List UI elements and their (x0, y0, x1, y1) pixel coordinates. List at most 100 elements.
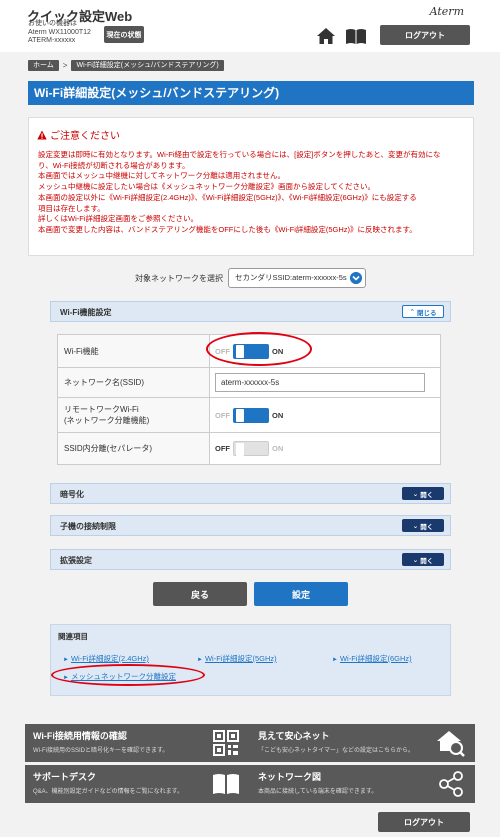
card-title: 見えて安心ネット (258, 731, 330, 741)
wifi-function-switch[interactable]: OFF ON (215, 343, 440, 359)
page-title: Wi-Fi詳細設定(メッシュ/バンドステアリング) (28, 81, 474, 105)
switch-knob (236, 408, 244, 422)
encryption-panel-title: 暗号化 (60, 490, 84, 499)
restriction-open-button[interactable]: ⌄ 開く (402, 519, 444, 532)
remote-work-label: リモートワークWi-Fi (ネットワーク分離機能) (57, 397, 210, 433)
related-link-wifi-2-4ghz[interactable]: ► Wi-Fi詳細設定(2.4GHz) (63, 653, 149, 664)
notice-line: 詳しくはWi-Fi詳細設定画面をご参照ください。 (38, 214, 198, 224)
card-desc: 「こども安心ネットタイマー」などの設定はこちらから。 (258, 748, 415, 754)
safety-net-card[interactable]: 見えて安心ネット 「こども安心ネットタイマー」などの設定はこちらから。 (250, 724, 475, 762)
ssid-cell (209, 367, 441, 398)
notice-line: り、Wi-Fi接続が切断される場合があります。 (38, 160, 190, 170)
manual-book-icon[interactable] (345, 28, 367, 45)
separator-label: SSID内分離(セパレータ) (57, 432, 210, 465)
notice-line: 本画面ではメッシュ中継機に対してネットワーク分離は適用されません。 (38, 171, 286, 181)
advanced-panel-header: 拡張設定 ⌄ 開く (50, 549, 451, 570)
status-button[interactable]: 現在の状態 (104, 26, 144, 43)
book-icon (213, 774, 239, 794)
notice-line: 項目は存在します。 (38, 203, 105, 213)
switch-on-label: ON (272, 444, 284, 453)
notice-line: 設定変更は即時に有効となります。Wi-Fi経由で設定を行っている場合には、[設定… (38, 150, 441, 159)
notice-box: ご注意ください 設定変更は即時に有効となります。Wi-Fi経由で設定を行っている… (28, 117, 474, 256)
card-title: ネットワーク図 (258, 772, 322, 782)
chevron-down-icon: ⌄ (412, 490, 419, 498)
notice-line: 本画面の設定以外に《Wi-Fi詳細設定(2.4GHz)》、《Wi-Fi詳細設定(… (38, 192, 417, 202)
wifi-function-panel-title: Wi-Fi機能設定 (60, 308, 112, 317)
advanced-open-button[interactable]: ⌄ 開く (402, 553, 444, 566)
wifi-settings-table: Wi-Fi機能 OFF ON ネットワーク名(SSID) リモートワークWi-F… (57, 334, 441, 465)
breadcrumb-current: Wi-Fi詳細設定(メッシュ/バンドステアリング) (71, 60, 224, 71)
wifi-function-close-button[interactable]: ⌃ 閉じる (402, 305, 444, 318)
breadcrumb-home[interactable]: ホーム (28, 60, 59, 71)
switch-track[interactable] (233, 343, 269, 359)
footer-logout-button[interactable]: ログアウト (378, 812, 470, 832)
logout-button[interactable]: ログアウト (380, 25, 470, 45)
support-desk-card[interactable]: サポートデスク Q&A、機能別設定ガイドなどの情報をご覧になれます。 (25, 765, 250, 803)
back-button[interactable]: 戻る (153, 582, 247, 606)
switch-knob (236, 443, 244, 456)
related-link-text: Wi-Fi詳細設定(6GHz) (339, 654, 412, 663)
arrow-right-icon: ► (332, 657, 338, 663)
switch-knob (236, 344, 244, 358)
header: クイック設定Web お使いの機器は Aterm WX11000T12 ATERM… (0, 0, 500, 52)
separator-cell: OFF ON (209, 432, 441, 465)
related-link-wifi-5ghz[interactable]: ► Wi-Fi詳細設定(5GHz) (197, 653, 277, 664)
ssid-label: ネットワーク名(SSID) (57, 367, 210, 398)
restriction-panel-title: 子機の接続制限 (60, 522, 116, 531)
restriction-panel-header: 子機の接続制限 ⌄ 開く (50, 515, 451, 536)
switch-on-label: ON (272, 346, 284, 356)
target-network-label: 対象ネットワークを選択 (135, 274, 223, 283)
separator-switch[interactable]: OFF ON (215, 441, 440, 456)
switch-off-label: OFF (215, 410, 230, 420)
chevron-down-icon (350, 272, 362, 284)
target-network-select[interactable]: セカンダリSSID:aterm-xxxxxx-5s (228, 268, 366, 288)
notice-heading: ご注意ください (37, 127, 120, 142)
wifi-function-label: Wi-Fi機能 (57, 334, 210, 368)
apply-button[interactable]: 設定 (254, 582, 348, 606)
open-label: 開く (420, 523, 434, 531)
notice-body: 設定変更は即時に有効となります。Wi-Fi経由で設定を行っている場合には、[設定… (38, 150, 468, 236)
chevron-down-icon: ⌄ (412, 522, 419, 530)
wifi-function-cell: OFF ON (209, 334, 441, 368)
home-icon[interactable] (316, 27, 336, 45)
arrow-right-icon: ► (63, 657, 69, 663)
warning-icon (37, 130, 47, 139)
related-link-mesh-separation[interactable]: ► メッシュネットワーク分離設定 (63, 671, 176, 682)
related-title: 関連項目 (58, 632, 88, 641)
target-network-value: セカンダリSSID:aterm-xxxxxx-5s (235, 273, 347, 282)
encryption-open-button[interactable]: ⌄ 開く (402, 487, 444, 500)
related-link-text: メッシュネットワーク分離設定 (70, 672, 176, 681)
wifi-info-card[interactable]: Wi-Fi接続用情報の確認 Wi-Fi接続用のSSIDと暗号化キーを確認できます… (25, 724, 250, 762)
card-title: サポートデスク (33, 772, 97, 782)
related-link-wifi-6ghz[interactable]: ► Wi-Fi詳細設定(6GHz) (332, 653, 412, 664)
target-network-row: 対象ネットワークを選択 セカンダリSSID:aterm-xxxxxx-5s (0, 268, 500, 288)
table-row: Wi-Fi機能 OFF ON (57, 334, 441, 368)
remote-work-label-line2: (ネットワーク分離機能) (64, 416, 150, 425)
switch-on-label: ON (272, 410, 284, 420)
notice-line: 本画面で変更した内容は、バンドステアリング機能をOFFにした後も《Wi-Fi詳細… (38, 224, 417, 234)
chevron-right-icon: > (62, 61, 68, 70)
advanced-panel-title: 拡張設定 (60, 556, 92, 565)
chevron-down-icon: ⌄ (412, 556, 419, 564)
switch-track[interactable] (233, 407, 269, 423)
ssid-input[interactable] (215, 373, 425, 392)
card-title: Wi-Fi接続用情報の確認 (33, 731, 127, 741)
device-info: お使いの機器は Aterm WX11000T12 ATERM-xxxxxx (28, 20, 91, 46)
network-map-card[interactable]: ネットワーク図 本商品に接続している端末を確認できます。 (250, 765, 475, 803)
breadcrumb: ホーム > Wi-Fi詳細設定(メッシュ/バンドステアリング) (28, 60, 224, 71)
chevron-up-icon: ⌃ (409, 308, 415, 316)
device-model: Aterm WX11000T12 (28, 28, 91, 36)
related-link-text: Wi-Fi詳細設定(2.4GHz) (70, 654, 149, 663)
wifi-function-panel-header: Wi-Fi機能設定 ⌃ 閉じる (50, 301, 451, 322)
table-row: SSID内分離(セパレータ) OFF ON (57, 432, 441, 465)
encryption-panel-header: 暗号化 ⌄ 開く (50, 483, 451, 504)
remote-work-switch[interactable]: OFF ON (215, 407, 440, 423)
device-label: お使いの機器は (28, 20, 77, 27)
arrow-right-icon: ► (63, 675, 69, 681)
brand-logo: Aterm (429, 5, 464, 18)
switch-off-label: OFF (215, 346, 230, 356)
device-name: ATERM-xxxxxx (28, 37, 76, 44)
switch-track[interactable] (233, 441, 269, 456)
table-row: リモートワークWi-Fi (ネットワーク分離機能) OFF ON (57, 397, 441, 433)
notice-heading-text: ご注意ください (50, 131, 120, 142)
